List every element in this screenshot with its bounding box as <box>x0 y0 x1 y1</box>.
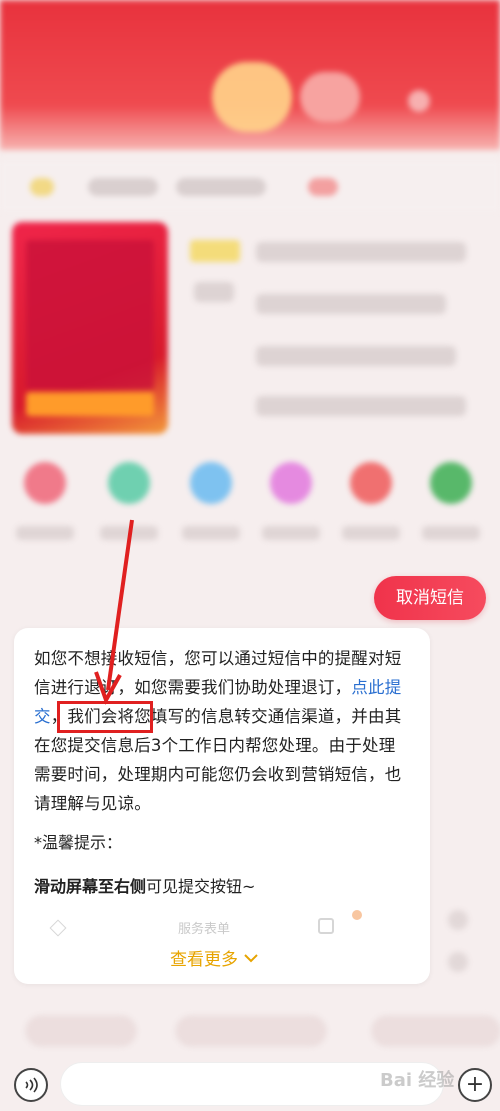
tip-body: 滑动屏幕至右侧可见提交按钮~ <box>34 873 255 897</box>
shortcut-icon <box>430 462 472 504</box>
shortcut-icon <box>190 462 232 504</box>
tip-title: *温馨提示： <box>34 833 123 852</box>
shortcut-icon <box>24 462 66 504</box>
quick-reply-chip <box>176 1016 326 1046</box>
plus-icon[interactable]: + <box>458 1068 492 1102</box>
text-line <box>256 294 446 314</box>
chevron-down-icon <box>244 949 258 967</box>
shortcut-icon <box>350 462 392 504</box>
side-icon <box>448 910 468 930</box>
tab-chip <box>176 178 266 196</box>
text-line <box>194 282 234 302</box>
quick-reply-chip <box>372 1016 500 1046</box>
shortcut-label <box>182 526 240 540</box>
view-more-label: 查看更多 <box>170 950 238 970</box>
reply-text-before: 如您不想接收短信，您可以通过短信中的提醒对短信进行退订，如您需要我们协助处理退订… <box>34 649 402 697</box>
annotation-highlight-box <box>57 701 153 733</box>
tip-bold: 滑动屏幕至右侧 <box>34 877 147 896</box>
text-line <box>256 396 466 416</box>
side-icon <box>448 952 468 972</box>
tip-rest: 可见提交按钮~ <box>146 877 256 896</box>
tab-chip <box>30 178 54 196</box>
notification-dot <box>352 910 362 920</box>
voice-icon[interactable] <box>14 1068 48 1102</box>
shortcut-icon <box>270 462 312 504</box>
text-line <box>256 346 456 366</box>
promo-strip <box>26 392 154 416</box>
promo-tag <box>190 240 240 262</box>
shortcut-label <box>262 526 320 540</box>
shortcut-label <box>422 526 480 540</box>
tab-chip <box>308 178 338 196</box>
form-icon <box>318 918 334 934</box>
shortcut-label <box>16 526 74 540</box>
shortcut-icon <box>108 462 150 504</box>
banner-graphic <box>212 62 292 132</box>
view-more-button[interactable]: 查看更多 <box>170 945 258 970</box>
banner-dot <box>408 90 430 112</box>
banner-graphic-secondary <box>300 72 360 122</box>
quick-reply-chip <box>26 1016 136 1046</box>
promo-image <box>26 240 154 390</box>
tab-chip <box>88 178 158 196</box>
service-form-label: 服务表单 <box>178 922 231 937</box>
shortcut-label <box>342 526 400 540</box>
cancel-sms-button[interactable]: 取消短信 <box>374 576 486 620</box>
text-line <box>256 242 466 262</box>
watermark: Bai 经验 <box>380 1070 455 1091</box>
shortcut-label <box>100 526 158 540</box>
